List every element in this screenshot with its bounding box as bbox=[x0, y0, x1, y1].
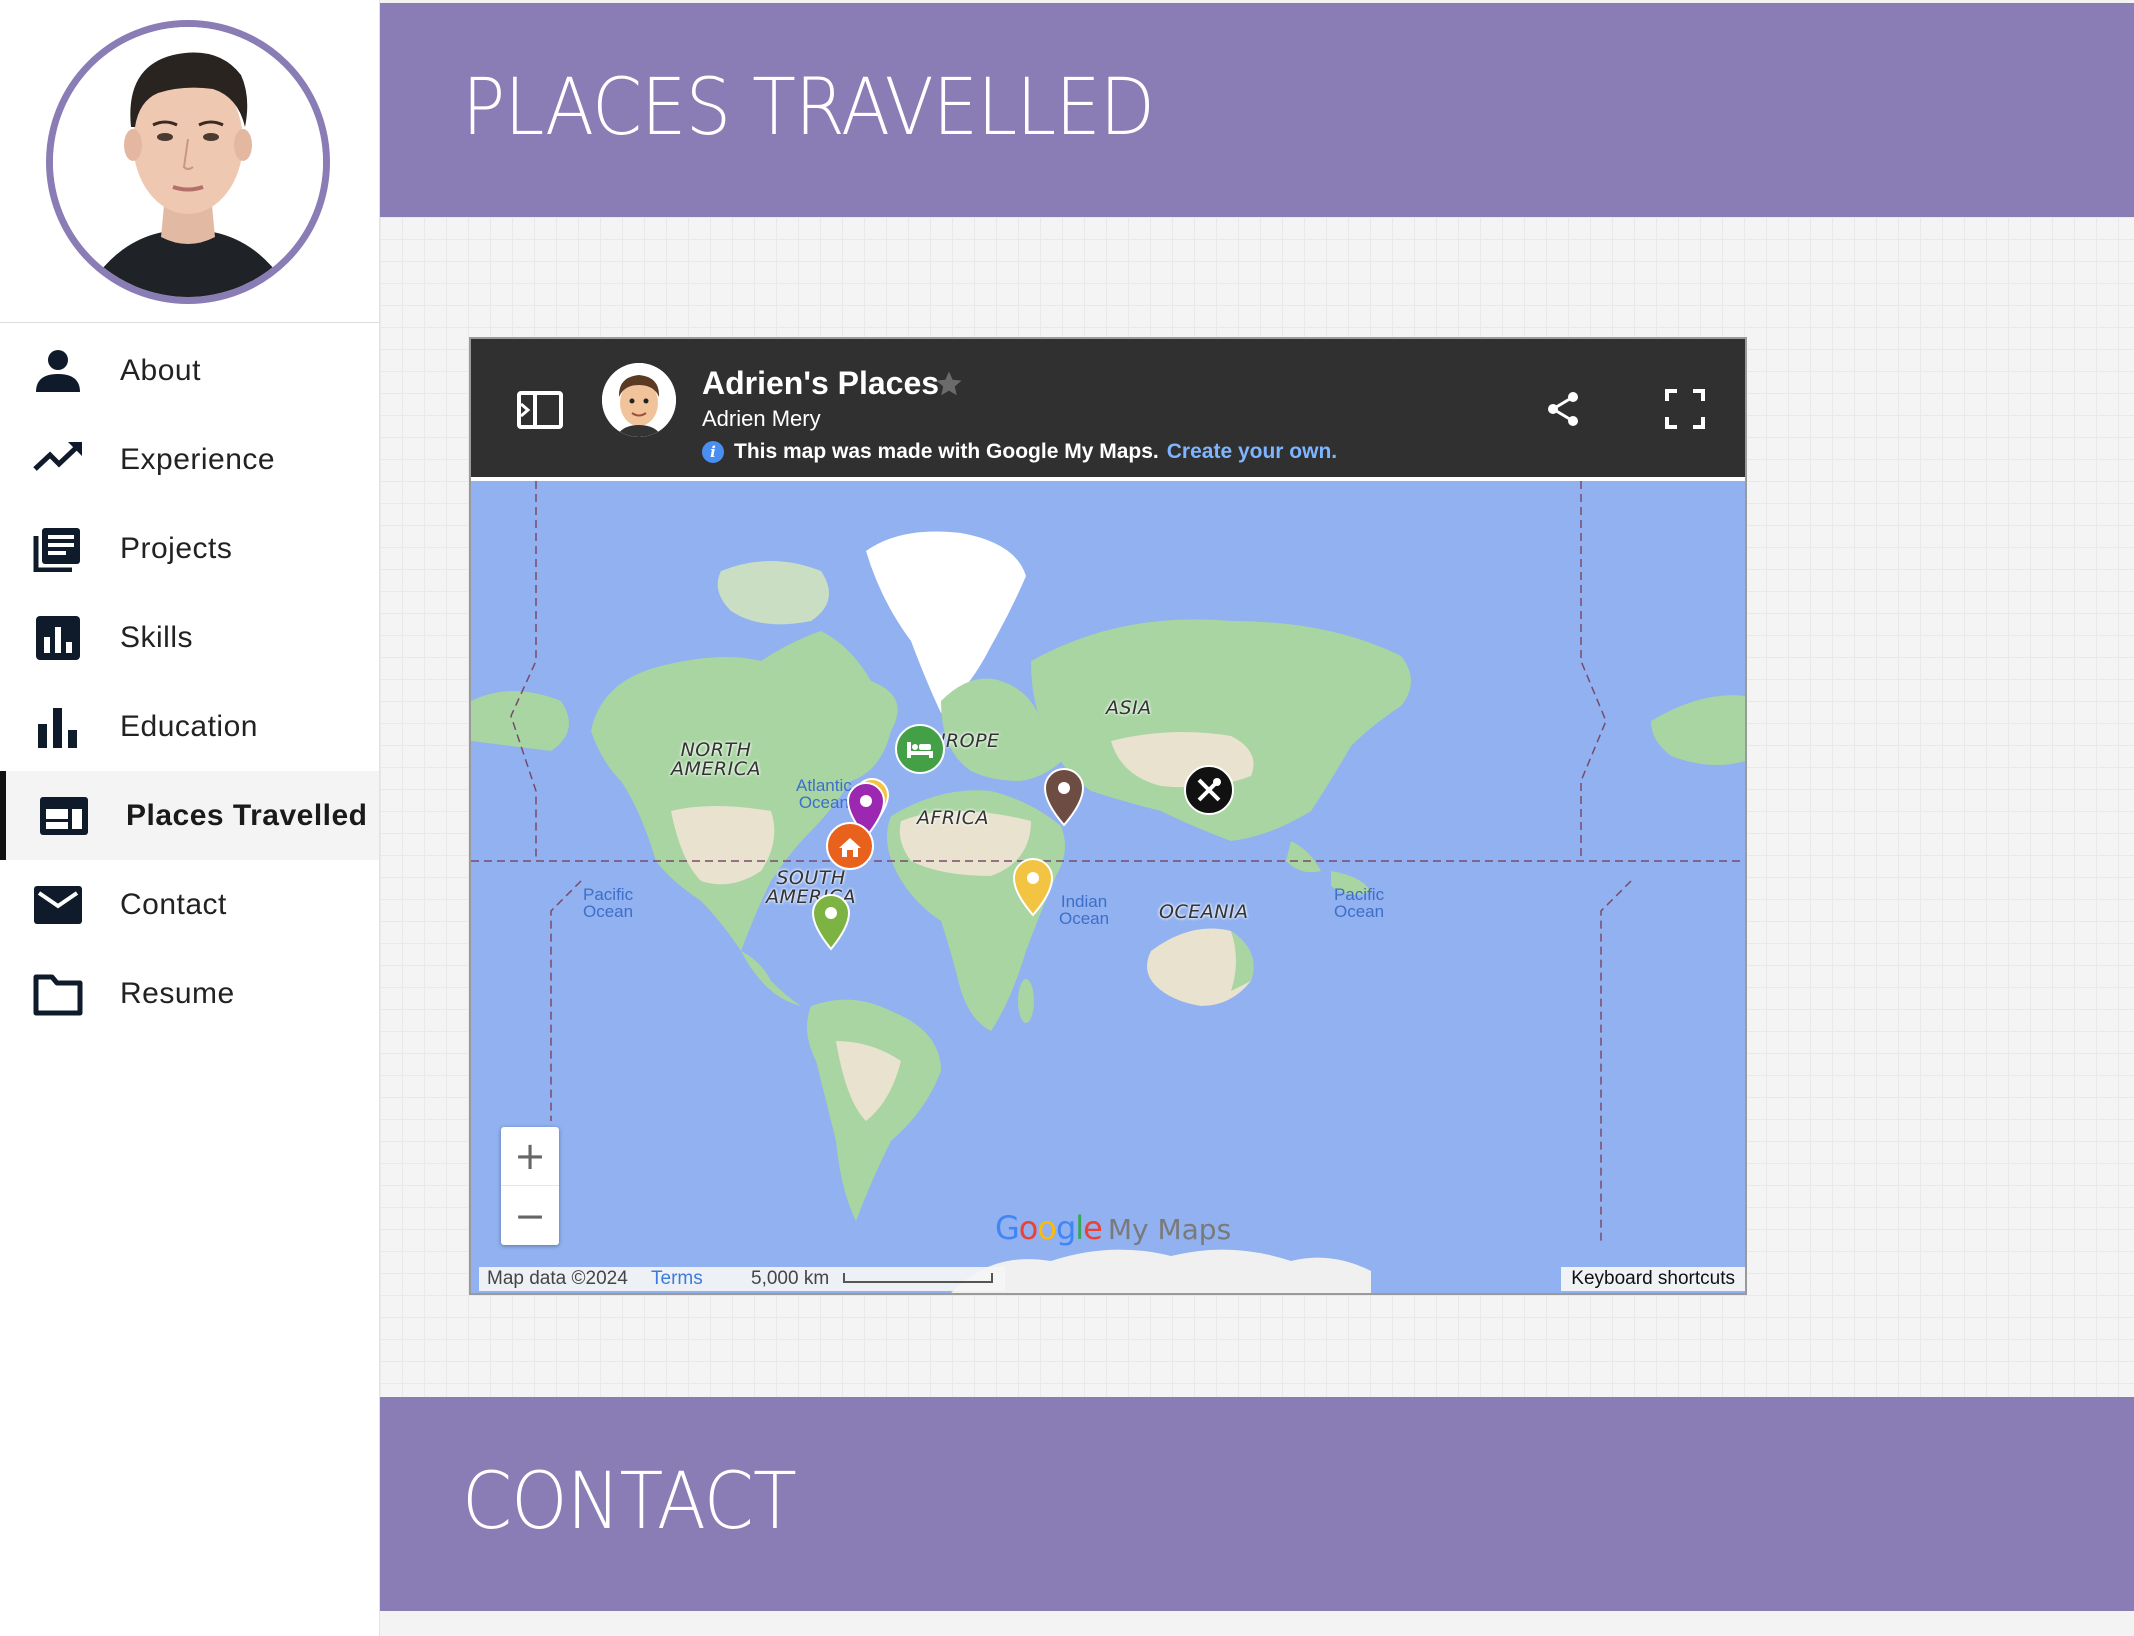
zoom-in-button[interactable]: + bbox=[501, 1127, 559, 1186]
label-africa: AFRICA bbox=[917, 807, 989, 829]
terms-link[interactable]: Terms bbox=[651, 1268, 703, 1290]
label-indian-line2: Ocean bbox=[1059, 909, 1110, 928]
sidebar-item-label: Education bbox=[120, 709, 258, 743]
newspaper-icon bbox=[32, 526, 84, 573]
section-title: CONTACT bbox=[462, 1457, 797, 1547]
profile-header bbox=[0, 0, 379, 323]
scale-bar bbox=[843, 1273, 993, 1283]
label-pacific-ocean-left: Pacific Ocean bbox=[583, 886, 633, 920]
zoom-control: + − bbox=[501, 1127, 559, 1245]
folder-icon bbox=[32, 971, 84, 1017]
label-pacific-left-line2: Ocean bbox=[583, 902, 634, 921]
label-pacific-ocean-right: Pacific Ocean bbox=[1334, 886, 1384, 920]
zoom-out-button[interactable]: − bbox=[501, 1187, 559, 1245]
person-icon bbox=[32, 348, 84, 394]
sidebar-item-resume[interactable]: Resume bbox=[0, 949, 379, 1038]
fullscreen-icon[interactable] bbox=[1663, 387, 1707, 431]
create-your-own-link[interactable]: Create your own. bbox=[1167, 440, 1337, 464]
sidebar-item-label: Contact bbox=[120, 887, 227, 921]
label-pacific-right-line2: Ocean bbox=[1334, 902, 1385, 921]
sidebar-item-label: Projects bbox=[120, 531, 233, 565]
contact-section-header: CONTACT bbox=[380, 1397, 2134, 1611]
sidebar-nav: About Experience Projects Skills Educati… bbox=[0, 326, 379, 1038]
map-embed: Adrien's Places Adrien Mery i This map w… bbox=[469, 337, 1747, 1295]
google-my-maps-logo: Google My Maps bbox=[995, 1209, 1232, 1247]
label-asia: ASIA bbox=[1106, 697, 1152, 719]
trending-up-icon bbox=[32, 437, 84, 483]
star-icon[interactable] bbox=[934, 369, 964, 399]
web-layout-icon bbox=[38, 793, 90, 839]
open-side-panel-icon[interactable] bbox=[517, 391, 563, 429]
label-north-america-line2: AMERICA bbox=[671, 758, 761, 780]
restaurant-pin-icon[interactable] bbox=[1183, 764, 1235, 821]
world-map-graphic bbox=[471, 481, 1745, 1293]
map-canvas[interactable]: NORTH AMERICA SOUTH AMERICA EUROPE ASIA … bbox=[471, 481, 1745, 1293]
map-pin-green-mexico[interactable] bbox=[809, 893, 853, 956]
map-info-line: i This map was made with Google My Maps.… bbox=[702, 440, 1337, 464]
scale-text: 5,000 km bbox=[751, 1268, 830, 1289]
sidebar-item-label: Skills bbox=[120, 620, 194, 654]
map-data-text: Map data ©2024 bbox=[487, 1268, 628, 1289]
profile-avatar bbox=[46, 20, 330, 304]
sidebar-item-experience[interactable]: Experience bbox=[0, 415, 379, 504]
map-owner: Adrien Mery bbox=[702, 406, 821, 431]
sidebar-item-skills[interactable]: Skills bbox=[0, 593, 379, 682]
map-attribution: Map data ©2024 Terms 5,000 km bbox=[479, 1267, 1005, 1291]
info-icon: i bbox=[702, 441, 724, 463]
sidebar: About Experience Projects Skills Educati… bbox=[0, 0, 380, 1636]
bar-chart-box-icon bbox=[32, 615, 84, 661]
sidebar-item-education[interactable]: Education bbox=[0, 682, 379, 771]
mail-icon bbox=[32, 882, 84, 928]
keyboard-shortcuts-link[interactable]: Keyboard shortcuts bbox=[1561, 1267, 1745, 1291]
share-icon[interactable] bbox=[1543, 389, 1583, 429]
bar-chart-icon bbox=[32, 704, 84, 750]
sidebar-item-label: Places Travelled bbox=[126, 798, 368, 832]
label-indian-line1: Indian bbox=[1060, 892, 1108, 911]
label-north-america: NORTH AMERICA bbox=[671, 741, 761, 779]
map-pin-yellow-madagascar[interactable] bbox=[1010, 857, 1056, 922]
sidebar-item-projects[interactable]: Projects bbox=[0, 504, 379, 593]
sidebar-item-label: Resume bbox=[120, 976, 235, 1010]
hotel-pin-icon[interactable] bbox=[894, 723, 946, 780]
label-pacific-right-line1: Pacific bbox=[1334, 885, 1385, 904]
sidebar-item-label: About bbox=[120, 353, 201, 387]
sidebar-item-label: Experience bbox=[120, 442, 276, 476]
sidebar-item-about[interactable]: About bbox=[0, 326, 379, 415]
owner-avatar bbox=[602, 363, 676, 437]
my-maps-text: My Maps bbox=[1107, 1213, 1232, 1246]
sidebar-item-contact[interactable]: Contact bbox=[0, 860, 379, 949]
sidebar-item-places-travelled[interactable]: Places Travelled bbox=[0, 771, 379, 860]
map-pin-brown-india[interactable] bbox=[1041, 767, 1087, 832]
label-oceania: OCEANIA bbox=[1159, 901, 1249, 923]
label-indian-ocean: Indian Ocean bbox=[1059, 893, 1109, 927]
map-title: Adrien's Places bbox=[702, 365, 940, 401]
places-section-header: PLACES TRAVELLED bbox=[380, 3, 2134, 217]
info-text: This map was made with Google My Maps. bbox=[734, 440, 1159, 463]
section-title: PLACES TRAVELLED bbox=[462, 63, 1155, 153]
home-pin-icon[interactable] bbox=[825, 821, 875, 876]
map-toolbar: Adrien's Places Adrien Mery i This map w… bbox=[471, 339, 1745, 477]
label-pacific-left-line1: Pacific bbox=[583, 885, 634, 904]
